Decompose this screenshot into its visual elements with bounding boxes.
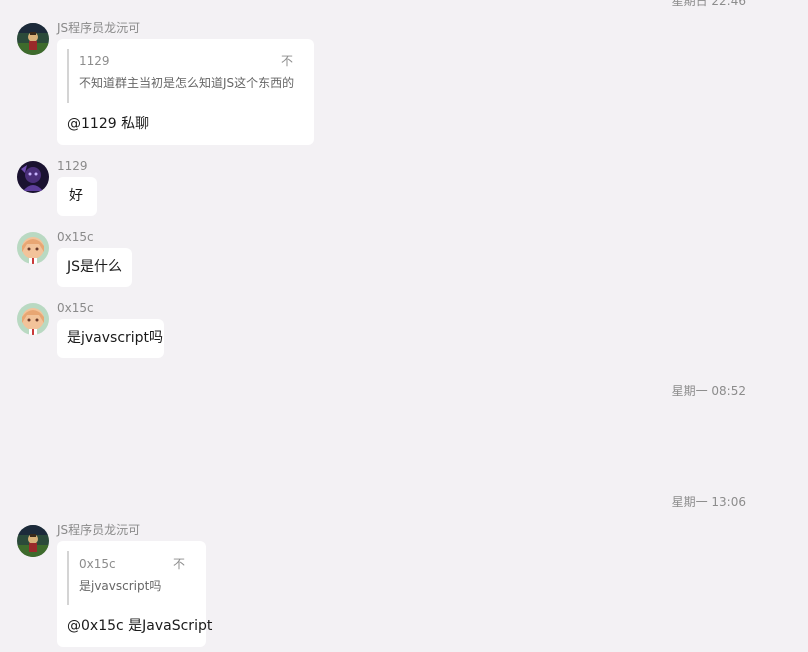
message-bubble[interactable]: JS是什么 bbox=[57, 248, 132, 287]
quote-author: 0x15c bbox=[79, 557, 116, 571]
message-text: JS是什么 bbox=[67, 259, 123, 275]
quote-bar bbox=[67, 49, 69, 103]
avatar[interactable] bbox=[17, 232, 49, 264]
sender-name: JS程序员龙沅可 bbox=[57, 21, 141, 35]
quote-text: 是jvavscript吗 bbox=[79, 579, 162, 593]
avatar[interactable] bbox=[17, 525, 49, 557]
avatar[interactable] bbox=[17, 303, 49, 335]
timestamp: 星期一 08:52 bbox=[671, 384, 746, 398]
message-bubble[interactable]: 是jvavscript吗 bbox=[57, 319, 164, 358]
timestamp: 星期一 13:06 bbox=[671, 495, 746, 509]
quote-text: 不知道群主当初是怎么知道JS这个东西的 bbox=[79, 76, 295, 90]
quote-bar bbox=[67, 551, 69, 605]
avatar[interactable] bbox=[17, 161, 49, 193]
avatar[interactable] bbox=[17, 23, 49, 55]
purple-anime-avatar-icon bbox=[17, 161, 49, 193]
message-text: @0x15c 是JavaScript bbox=[67, 618, 213, 634]
quote-close-button[interactable]: 不 bbox=[281, 54, 293, 68]
message-text: 是jvavscript吗 bbox=[67, 330, 164, 346]
anime-girl-avatar-icon bbox=[17, 232, 49, 264]
message-bubble[interactable]: 0x15c 不 是jvavscript吗 @0x15c 是JavaScript bbox=[57, 541, 212, 647]
message-bubble[interactable]: 1129 不 不知道群主当初是怎么知道JS这个东西的 @1129 私聊 bbox=[57, 39, 314, 145]
message-text: 好 bbox=[69, 188, 83, 204]
sender-name: JS程序员龙沅可 bbox=[57, 523, 141, 537]
quote-close-button[interactable]: 不 bbox=[173, 557, 185, 571]
quote-author: 1129 bbox=[79, 54, 110, 68]
dark-game-avatar-icon bbox=[17, 525, 49, 557]
anime-girl-avatar-icon bbox=[17, 303, 49, 335]
sender-name: 1129 bbox=[57, 159, 88, 173]
message-text: @1129 私聊 bbox=[67, 116, 150, 132]
timestamp: 星期日 22:46 bbox=[671, 0, 746, 8]
sender-name: 0x15c bbox=[57, 301, 94, 315]
sender-name: 0x15c bbox=[57, 230, 94, 244]
message-bubble[interactable]: 好 bbox=[57, 177, 97, 216]
dark-game-avatar-icon bbox=[17, 23, 49, 55]
